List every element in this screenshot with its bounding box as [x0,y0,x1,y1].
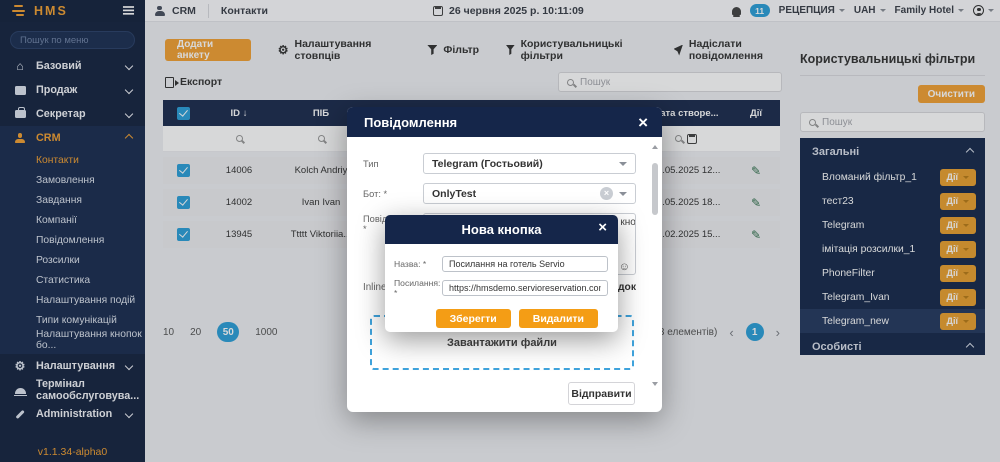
new-button-modal-title: Нова кнопка [462,222,542,237]
bot-select[interactable]: OnlyTest × [423,183,636,204]
close-icon[interactable]: × [638,114,648,131]
modal-scrollbar[interactable] [652,141,658,386]
message-modal-header: Повідомлення × [347,107,662,137]
name-label: Назва: * [394,259,442,269]
scrollbar-thumb[interactable] [652,163,658,215]
delete-button[interactable]: Видалити [519,309,598,328]
save-button[interactable]: Зберегти [436,309,511,328]
clear-icon[interactable]: × [600,187,613,200]
send-button[interactable]: Відправити [568,382,635,405]
new-button-modal: Нова кнопка × Назва: * Посилання: * Збер… [385,215,618,332]
link-input[interactable] [442,280,608,296]
bot-label: Бот: * [363,188,423,199]
close-icon[interactable]: × [598,220,607,235]
type-label: Тип [363,158,423,169]
type-select[interactable]: Telegram (Гостьовий) [423,153,636,174]
new-button-modal-body: Назва: * Посилання: * Зберегти Видалити [385,244,618,328]
message-modal-title: Повідомлення [364,115,457,130]
link-label: Посилання: * [394,278,442,298]
name-input[interactable] [442,256,608,272]
new-button-modal-header: Нова кнопка × [385,215,618,244]
scroll-up-icon[interactable] [652,145,658,149]
scroll-down-icon[interactable] [652,382,658,386]
